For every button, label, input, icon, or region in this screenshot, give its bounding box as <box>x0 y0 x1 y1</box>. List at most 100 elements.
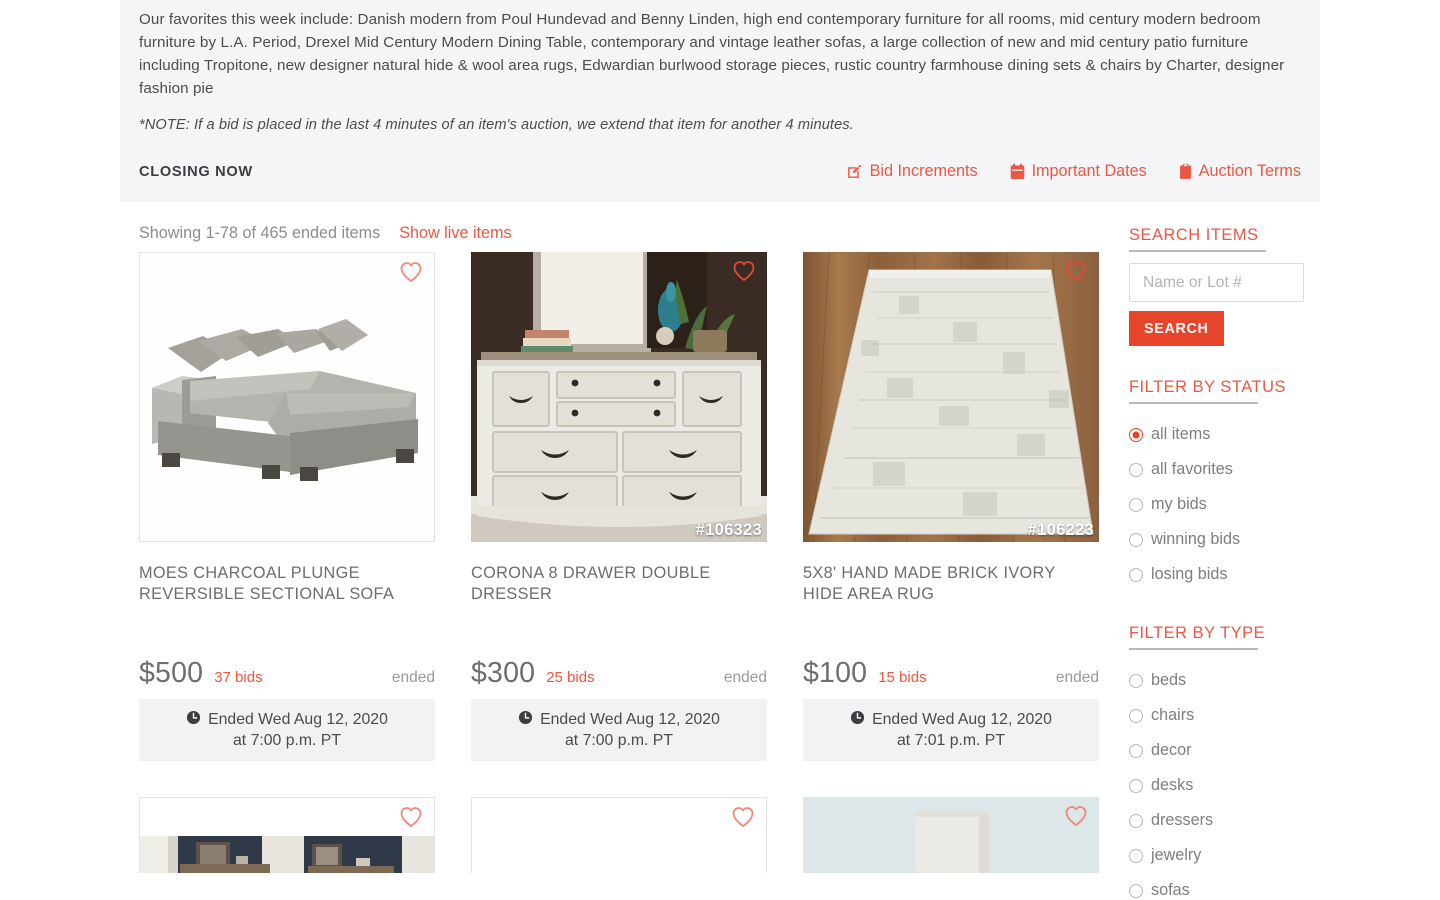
item-bid-count[interactable]: 37 bids <box>214 669 262 686</box>
banner-action-bar: CLOSING NOW Bid Increments Important Dat… <box>139 162 1301 181</box>
item-price-row: $300 25 bids ended <box>471 657 767 689</box>
banner-note: *NOTE: If a bid is placed in the last 4 … <box>139 117 854 133</box>
type-radio-beds[interactable]: beds <box>1129 663 1329 698</box>
type-radio-list: beds chairs decor desks dressers jewelry… <box>1129 663 1329 900</box>
item-image[interactable] <box>139 797 435 873</box>
item-card: MOES CHARCOAL PLUNGE REVERSIBLE SECTIONA… <box>139 252 435 761</box>
lamp-photo <box>803 797 1099 873</box>
items-grid: MOES CHARCOAL PLUNGE REVERSIBLE SECTIONA… <box>139 252 1101 761</box>
type-radio-sofas[interactable]: sofas <box>1129 873 1329 900</box>
item-card <box>139 797 435 873</box>
favorite-heart-icon[interactable] <box>399 261 423 283</box>
radio-icon <box>1129 743 1143 758</box>
showing-row: Showing 1-78 of 465 ended items Show liv… <box>139 202 1101 252</box>
radio-icon <box>1129 462 1143 477</box>
item-ended-time: at 7:00 p.m. PT <box>233 732 341 749</box>
item-price: $100 <box>803 657 868 689</box>
clock-icon <box>518 710 533 730</box>
type-radio-label: jewelry <box>1151 846 1202 864</box>
filter-by-status-heading: FILTER BY STATUS <box>1129 378 1286 404</box>
auction-terms-link[interactable]: Auction Terms <box>1179 162 1301 181</box>
banner-description: Our favorites this week include: Danish … <box>139 11 1285 97</box>
items-grid-next-row <box>139 797 1101 873</box>
item-title[interactable]: MOES CHARCOAL PLUNGE REVERSIBLE SECTIONA… <box>139 563 435 605</box>
items-listing: Showing 1-78 of 465 ended items Show liv… <box>120 202 1120 900</box>
type-radio-label: beds <box>1151 671 1187 689</box>
radio-icon <box>1129 778 1143 793</box>
item-price-row: $500 37 bids ended <box>139 657 435 689</box>
status-radio-losing-bids[interactable]: losing bids <box>1129 557 1329 592</box>
rug-photo <box>803 252 1099 542</box>
item-image[interactable] <box>139 252 435 542</box>
favorite-heart-icon[interactable] <box>732 260 756 282</box>
status-radio-my-bids[interactable]: my bids <box>1129 487 1329 522</box>
type-radio-dressers[interactable]: dressers <box>1129 803 1329 838</box>
status-radio-label: all favorites <box>1151 460 1233 478</box>
item-image[interactable] <box>471 797 767 873</box>
auction-listing-page: Our favorites this week include: Danish … <box>0 0 1440 900</box>
filter-by-type-block: FILTER BY TYPE beds chairs decor desks d… <box>1129 624 1329 900</box>
item-image[interactable] <box>803 797 1099 873</box>
important-dates-link[interactable]: Important Dates <box>1010 162 1147 181</box>
item-title[interactable]: CORONA 8 DRAWER DOUBLE DRESSER <box>471 563 767 605</box>
clock-icon <box>186 710 201 730</box>
item-status: ended <box>723 669 767 686</box>
calendar-icon <box>1010 163 1025 180</box>
radio-icon <box>1129 532 1143 547</box>
radio-icon <box>1129 673 1143 688</box>
item-image[interactable]: #106223 <box>803 252 1099 542</box>
clipboard-icon <box>1179 163 1192 180</box>
show-live-items-link[interactable]: Show live items <box>399 224 511 243</box>
item-image[interactable]: #106323 <box>471 252 767 542</box>
closing-now-label: CLOSING NOW <box>139 163 253 180</box>
filters-sidebar: SEARCH ITEMS SEARCH FILTER BY STATUS all… <box>1129 202 1329 900</box>
sofa-photo <box>140 253 434 541</box>
item-title[interactable]: 5X8' HAND MADE BRICK IVORY HIDE AREA RUG <box>803 563 1099 605</box>
item-ended-box: Ended Wed Aug 12, 2020 at 7:01 p.m. PT <box>803 699 1099 761</box>
console-table-photo <box>140 798 434 873</box>
type-radio-decor[interactable]: decor <box>1129 733 1329 768</box>
status-radio-label: my bids <box>1151 495 1207 513</box>
item-status: ended <box>391 669 435 686</box>
item-price: $300 <box>471 657 536 689</box>
type-radio-chairs[interactable]: chairs <box>1129 698 1329 733</box>
search-button[interactable]: SEARCH <box>1129 311 1224 346</box>
favorite-heart-icon[interactable] <box>1064 260 1088 282</box>
status-radio-winning-bids[interactable]: winning bids <box>1129 522 1329 557</box>
item-bid-count[interactable]: 25 bids <box>546 669 594 686</box>
item-bid-count[interactable]: 15 bids <box>878 669 926 686</box>
radio-icon <box>1129 567 1143 582</box>
type-radio-label: decor <box>1151 741 1192 759</box>
item-card: #106223 5X8' HAND MADE BRICK IVORY HIDE … <box>803 252 1099 761</box>
filter-by-type-heading: FILTER BY TYPE <box>1129 624 1265 650</box>
status-radio-label: winning bids <box>1151 530 1241 548</box>
item-ended-date: Ended Wed Aug 12, 2020 <box>208 711 388 728</box>
showing-count-text: Showing 1-78 of 465 ended items <box>139 224 381 242</box>
item-status: ended <box>1055 669 1099 686</box>
filter-by-status-block: FILTER BY STATUS all items all favorites… <box>1129 378 1329 592</box>
favorite-heart-icon[interactable] <box>1064 805 1088 827</box>
item-card <box>471 797 767 873</box>
radio-icon <box>1129 848 1143 863</box>
item-price-row: $100 15 bids ended <box>803 657 1099 689</box>
status-radio-list: all items all favorites my bids winning … <box>1129 417 1329 592</box>
edit-square-icon <box>846 163 863 180</box>
type-radio-jewelry[interactable]: jewelry <box>1129 838 1329 873</box>
bid-increments-link[interactable]: Bid Increments <box>846 162 978 181</box>
type-radio-label: chairs <box>1151 706 1195 724</box>
radio-icon <box>1129 813 1143 828</box>
search-input[interactable] <box>1129 263 1304 302</box>
type-radio-desks[interactable]: desks <box>1129 768 1329 803</box>
item-ended-date-row: Ended Wed Aug 12, 2020 <box>186 710 388 730</box>
favorite-heart-icon[interactable] <box>731 806 755 828</box>
status-radio-all-items[interactable]: all items <box>1129 417 1329 452</box>
item-card: #106323 CORONA 8 DRAWER DOUBLE DRESSER $… <box>471 252 767 761</box>
lot-number-badge: #106323 <box>695 521 762 539</box>
favorite-heart-icon[interactable] <box>399 806 423 828</box>
status-radio-all-favorites[interactable]: all favorites <box>1129 452 1329 487</box>
item-card <box>803 797 1099 873</box>
radio-icon <box>1129 497 1143 512</box>
auction-info-banner: Our favorites this week include: Danish … <box>120 0 1320 202</box>
item-ended-time: at 7:00 p.m. PT <box>565 732 673 749</box>
search-items-heading: SEARCH ITEMS <box>1129 226 1266 252</box>
